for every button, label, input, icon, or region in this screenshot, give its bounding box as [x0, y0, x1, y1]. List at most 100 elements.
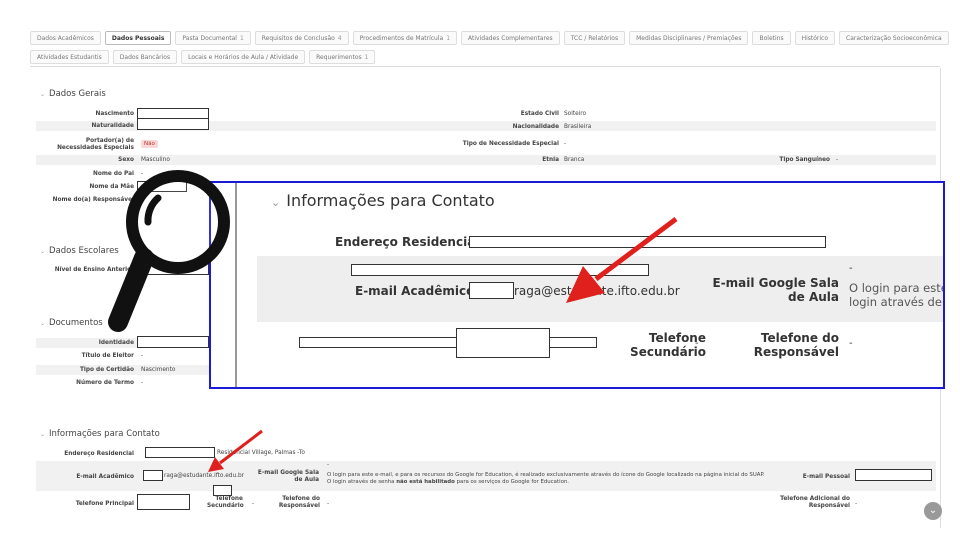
label-naturalidade: Naturalidade: [91, 123, 134, 129]
label-nascimento: Nascimento: [95, 111, 135, 117]
label-telefone-secundario: Telefone Secundário: [207, 496, 244, 509]
tab-label: Boletins: [759, 35, 784, 42]
label-numero-termo: Número de Termo: [76, 380, 134, 386]
value-email-google-dash: -: [327, 462, 330, 468]
section-dados-gerais[interactable]: ⌄ Dados Gerais: [40, 89, 106, 99]
section-documentos[interactable]: ⌄ Documentos: [40, 318, 103, 328]
tab-dados-pessoais[interactable]: Dados Pessoais: [104, 31, 172, 45]
zoom-label-tel-sec: Telefone Secundário: [630, 331, 706, 359]
tab-locais-e-hor-rios-de-aula-atividade[interactable]: Locais e Horários de Aula / Atividade: [181, 50, 306, 64]
zoom-redacted-tel-2: [456, 328, 550, 358]
tab-label: Atividades Complementares: [468, 35, 553, 42]
tab-label: Histórico: [801, 35, 829, 42]
section-title: Informações para Contato: [49, 429, 160, 439]
tabs-row-1: Dados Acadêmicos Dados Pessoais Pasta Docu…: [30, 31, 949, 45]
tab-atividades-complementares[interactable]: Atividades Complementares: [461, 31, 560, 45]
tab-label: Pasta Documental: [182, 35, 237, 42]
label-portador: Portador(a) de Necessidades Especiais: [57, 138, 134, 151]
chevron-down-icon: ⌄: [271, 196, 281, 209]
tab-count: 4: [337, 35, 342, 42]
value-titulo-eleitor: -: [141, 353, 144, 359]
zoom-label-email: E-mail Acadêmico: [355, 284, 475, 298]
chevron-down-icon: ⌄: [928, 505, 938, 516]
redacted-telefone-principal: [137, 494, 190, 510]
zoom-value-tel-sec: -: [695, 338, 699, 349]
tab-procedimentos-de-matr-cula[interactable]: Procedimentos de Matrícula 1: [352, 31, 458, 45]
zoom-title-text: Informações para Contato: [286, 191, 495, 210]
zoom-label-tel-resp: Telefone do Responsável: [753, 331, 839, 359]
tab-label: Medidas Disciplinares / Premiações: [636, 35, 742, 42]
tab-label: Caracterização Socioeconômica: [846, 35, 942, 42]
chevron-down-icon: ⌄: [40, 91, 46, 98]
value-estado-civil: Solteiro: [564, 111, 587, 117]
tab-requisitos-de-conclus-o[interactable]: Requisitos de Conclusão 4: [254, 31, 349, 45]
section-contato[interactable]: ⌄ Informações para Contato: [40, 429, 160, 439]
tab-caracteriza-o-socioecon-mica[interactable]: Caracterização Socioeconômica: [839, 31, 949, 45]
value-numero-termo: -: [141, 380, 144, 386]
zoom-label-email-google: E-mail Google Sala de Aula: [712, 276, 840, 304]
section-title: Dados Gerais: [49, 89, 106, 99]
chevron-down-icon: ⌄: [40, 248, 46, 255]
redacted-email: [143, 470, 163, 481]
text: para os serviços do Google for Education…: [454, 479, 570, 485]
page: Dados Acadêmicos Dados Pessoais Pasta Docu…: [0, 0, 960, 540]
value-telefone-responsavel: -: [327, 501, 330, 507]
zoom-value-google-dash: -: [849, 263, 853, 274]
label-tipo-certidao: Tipo de Certidão: [79, 367, 134, 373]
zoom-value-google: O login para este: [849, 281, 945, 295]
tab-count: 1: [364, 54, 369, 61]
tab-requerimentos[interactable]: Requerimentos 1: [309, 50, 376, 64]
label-email-academico: E-mail Acadêmico: [76, 474, 134, 480]
tab-dados-banc-rios[interactable]: Dados Bancários: [112, 50, 178, 64]
label-estado-civil: Estado Civil: [520, 111, 559, 117]
tab-label: Atividades Estudantis: [37, 54, 102, 61]
tab-atividades-estudantis[interactable]: Atividades Estudantis: [30, 50, 109, 64]
tab-label: Dados Acadêmicos: [37, 35, 94, 42]
tab-label: Dados Bancários: [119, 54, 171, 61]
zoom-label-endereco: Endereço Residencial: [335, 235, 480, 249]
label-tipo-sanguineo: Tipo Sanguíneo: [779, 157, 830, 163]
redacted-telefone: [213, 485, 232, 496]
magnifier-icon: [108, 170, 230, 332]
zoom-redacted-tel: [299, 337, 597, 348]
value-tipo-certidao: Nascimento: [141, 367, 176, 373]
tab-label: Requerimentos: [316, 54, 362, 61]
label-etnia: Etnia: [542, 157, 559, 163]
zoom-value-google-2: login através de s: [849, 295, 945, 309]
label-endereco: Endereço Residencial: [64, 451, 134, 457]
tab-label: TCC / Relatórios: [570, 35, 619, 42]
redacted-naturalidade: [137, 118, 209, 130]
tab-tcc-relat-rios[interactable]: TCC / Relatórios: [563, 31, 626, 45]
tab-medidas-disciplinares-premia-es[interactable]: Medidas Disciplinares / Premiações: [629, 31, 749, 45]
label-titulo-eleitor: Título de Eleitor: [81, 353, 134, 359]
tab-boletins[interactable]: Boletins: [752, 31, 791, 45]
zoom-value-tel-resp: -: [849, 338, 853, 349]
zoom-title: ⌄ Informações para Contato: [271, 191, 495, 210]
label-telefone-responsavel: Telefone do Responsável: [278, 496, 320, 509]
tabs-row-2: Atividades Estudantis Dados Bancários Loca…: [30, 50, 376, 64]
tab-label: Procedimentos de Matrícula: [359, 35, 444, 42]
scroll-down-button[interactable]: ⌄: [924, 502, 942, 520]
tab-hist-rico[interactable]: Histórico: [794, 31, 836, 45]
tab-dados-acad-micos[interactable]: Dados Acadêmicos: [30, 31, 101, 45]
label-nacionalidade: Nacionalidade: [512, 124, 559, 130]
tab-label: Requisitos de Conclusão: [261, 35, 335, 42]
value-telefone-secundario: -: [252, 501, 255, 507]
label-tipo-necessidade: Tipo de Necessidade Especial: [462, 141, 559, 147]
chevron-down-icon: ⌄: [40, 431, 46, 438]
value-etnia: Branca: [564, 157, 585, 163]
label-identidade: Identidade: [98, 340, 134, 346]
arrow-icon: [566, 217, 678, 303]
label-telefone-principal: Telefone Principal: [75, 501, 134, 507]
tab-label: Dados Pessoais: [111, 35, 165, 42]
text-bold: não está habilitado: [396, 479, 455, 485]
label-telefone-adicional: Telefone Adicional do Responsável: [780, 496, 850, 509]
redacted-email-pessoal: [855, 469, 932, 481]
value-tipo-necessidade: -: [564, 141, 567, 147]
chevron-down-icon: ⌄: [40, 320, 46, 327]
tab-count: 1: [239, 35, 244, 42]
tab-count: 1: [446, 35, 451, 42]
zoom-callout: ⌄ Informações para Contato Endereço Resid…: [209, 181, 945, 389]
zoom-redacted-email: [469, 282, 514, 299]
tab-pasta-documental[interactable]: Pasta Documental 1: [175, 31, 251, 45]
